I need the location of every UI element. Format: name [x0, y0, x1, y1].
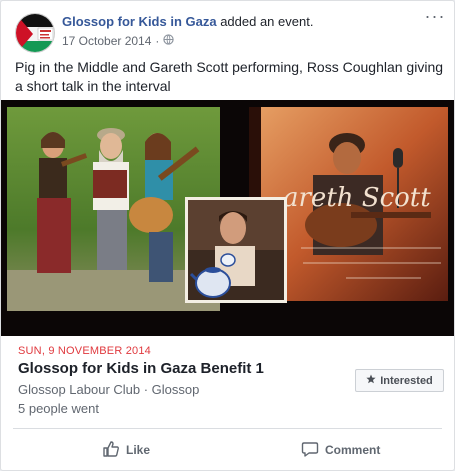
event-attendance-count[interactable]: 5 people went: [18, 401, 99, 416]
post-header: Glossop for Kids in Gaza added an event.…: [1, 1, 454, 57]
comment-button[interactable]: Comment: [301, 435, 380, 465]
post-status-text: Pig in the Middle and Gareth Scott perfo…: [15, 59, 444, 94]
interested-label: Interested: [380, 374, 433, 387]
post-action-bar: Like Comment: [1, 429, 454, 470]
post-timestamp[interactable]: 17 October 2014: [62, 34, 151, 48]
page-avatar[interactable]: [15, 13, 55, 53]
interested-button[interactable]: Interested: [355, 369, 444, 392]
post-action-text: added an event.: [216, 14, 314, 29]
page-name-link[interactable]: Glossop for Kids in Gaza: [62, 14, 217, 29]
like-label: Like: [126, 443, 151, 457]
comment-label: Comment: [325, 443, 381, 457]
star-icon: [366, 374, 376, 387]
event-cover-collage: areth Scott: [7, 107, 448, 311]
more-options-icon[interactable]: ···: [424, 7, 446, 27]
event-details: SUN, 9 NOVEMBER 2014 Glossop for Kids in…: [1, 336, 454, 428]
cover-overlay-text: areth Scott: [283, 183, 431, 213]
globe-icon[interactable]: [163, 34, 175, 48]
thumbs-up-icon: [102, 440, 120, 461]
meta-separator: ·: [155, 34, 160, 48]
event-cover-photo[interactable]: areth Scott: [1, 100, 454, 336]
comment-bubble-icon: [301, 440, 319, 461]
palestine-flag-avatar-image: [16, 14, 54, 52]
event-post-card: Glossop for Kids in Gaza added an event.…: [0, 0, 455, 471]
event-title-link[interactable]: Glossop for Kids in Gaza Benefit 1: [18, 360, 264, 377]
event-date: SUN, 9 NOVEMBER 2014: [18, 345, 151, 357]
like-button[interactable]: Like: [102, 435, 150, 465]
post-meta: 17 October 2014 ·: [62, 34, 175, 48]
post-headline: Glossop for Kids in Gaza added an event.: [62, 14, 313, 29]
event-location: Glossop Labour Club · Glossop: [18, 382, 200, 397]
